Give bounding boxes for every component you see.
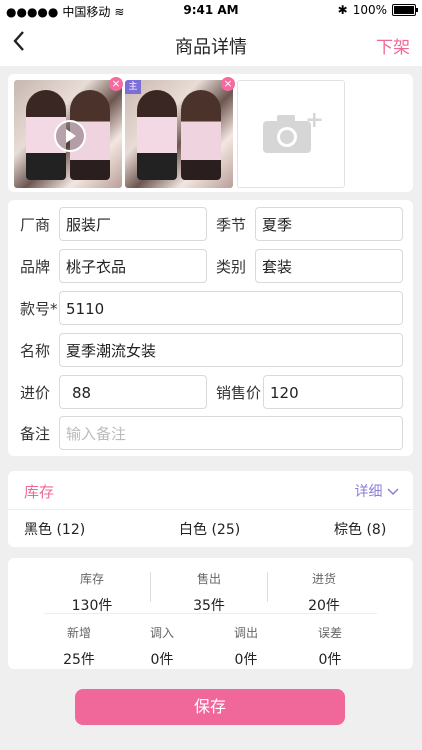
bluetooth-icon: ✱ [337, 3, 348, 17]
name-label: 名称 [20, 342, 51, 360]
category-field[interactable]: 套装 [255, 249, 403, 283]
main-photo-thumbnail[interactable]: 主 [125, 80, 233, 188]
battery-icon [392, 4, 418, 16]
stat-inventory: 库存 130件 [71, 572, 113, 614]
battery-percent: 100% [352, 3, 387, 17]
brand-field[interactable]: 桃子衣品 [59, 249, 207, 283]
stock-color-white: 白色 (25) [179, 522, 241, 538]
add-photo-button[interactable] [237, 80, 345, 188]
main-photo-tag: 主 [125, 80, 141, 94]
photo-card: × 主 × [8, 74, 413, 192]
name-field[interactable]: 夏季潮流女装 [59, 333, 403, 367]
manufacturer-label: 厂商 [20, 216, 51, 234]
price-label: 销售价 [216, 384, 262, 402]
save-button[interactable]: 保存 [75, 689, 345, 725]
delete-photo-button[interactable]: × [221, 77, 235, 91]
play-icon[interactable] [54, 120, 86, 152]
stock-card: 库存 详细 黑色 (12) 白色 (25) 棕色 (8) [8, 471, 413, 547]
note-label: 备注 [20, 425, 51, 443]
chevron-down-icon [387, 488, 399, 496]
stock-color-black: 黑色 (12) [24, 522, 86, 538]
stock-detail-button[interactable]: 详细 [355, 481, 399, 501]
status-bar: ●●●●● 中国移动 ≋ 9:41 AM ✱ 100% [0, 0, 422, 22]
video-thumbnail[interactable] [14, 80, 122, 188]
season-label: 季节 [216, 216, 247, 234]
season-field[interactable]: 夏季 [255, 207, 403, 241]
delete-video-button[interactable]: × [109, 77, 123, 91]
stock-title: 库存 [24, 483, 55, 501]
summary-card: 库存 130件 售出 35件 进货 20件 新增 25件 调入 0件 调出 0件… [8, 558, 413, 669]
product-form: 厂商 服装厂 季节 夏季 品牌 桃子衣品 类别 套装 款号* 5110 名称 夏… [8, 200, 413, 456]
style-no-label: 款号* [20, 300, 58, 318]
brand-label: 品牌 [20, 258, 51, 276]
camera-plus-icon [263, 113, 322, 153]
cost-label: 进价 [20, 384, 51, 402]
cost-field[interactable]: 88 [59, 375, 207, 409]
price-field[interactable]: 120 [263, 375, 403, 409]
page-title: 商品详情 [175, 37, 247, 58]
note-field[interactable]: 输入备注 [59, 416, 403, 450]
delist-button[interactable]: 下架 [376, 33, 410, 58]
stat-discrepancy: 误差 0件 [317, 626, 342, 668]
category-label: 类别 [216, 258, 247, 276]
stat-sold: 售出 35件 [193, 572, 225, 614]
stock-color-brown: 棕色 (8) [334, 522, 387, 538]
style-no-field[interactable]: 5110 [59, 291, 403, 325]
stock-detail-label: 详细 [354, 484, 383, 500]
stat-purchased: 进货 20件 [308, 572, 340, 614]
manufacturer-field[interactable]: 服装厂 [59, 207, 207, 241]
nav-bar: 商品详情 下架 [0, 22, 422, 66]
